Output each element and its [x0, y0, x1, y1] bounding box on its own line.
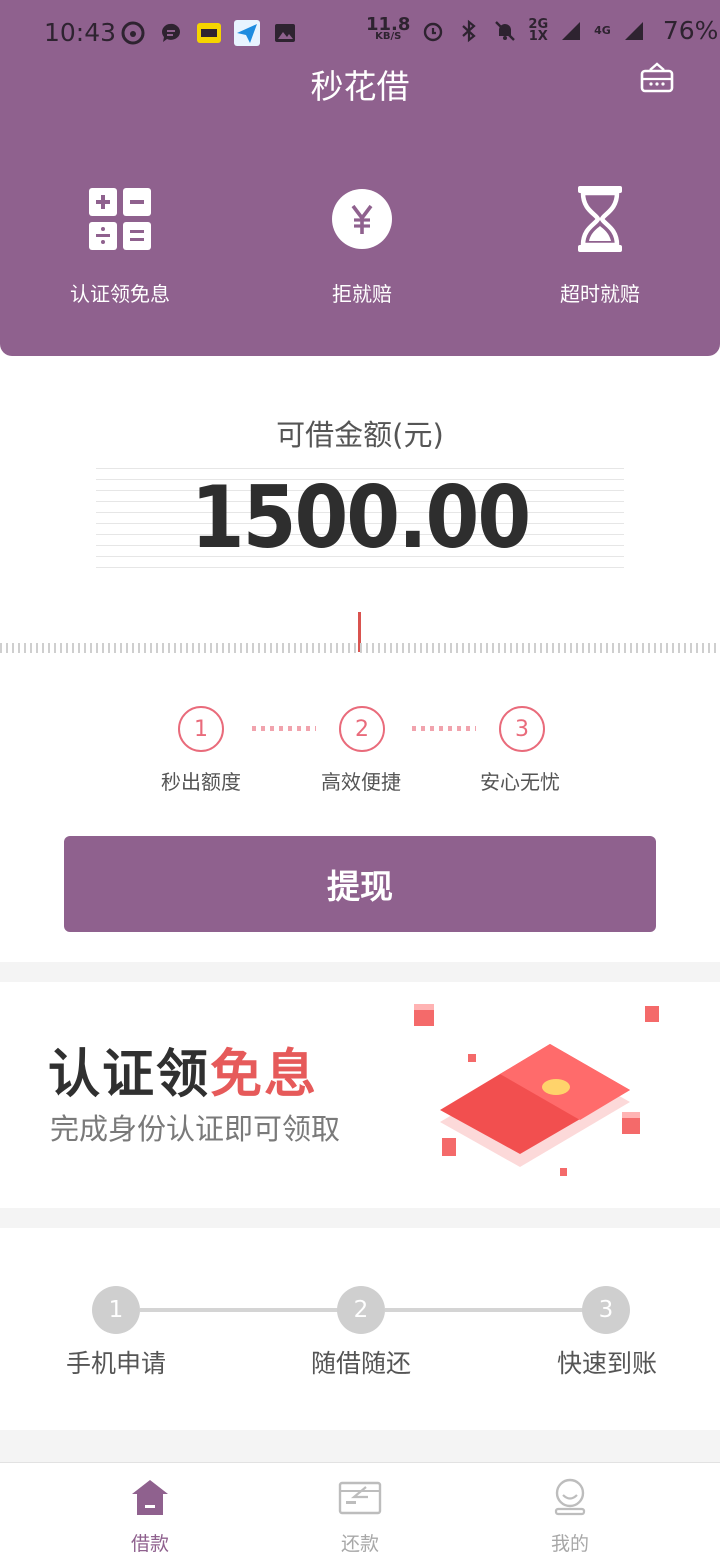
signal-icon [558, 18, 584, 44]
tab-mine[interactable]: 我的 [450, 1463, 690, 1560]
process-steps: 1 2 3 手机申请 随借随还 快速到账 [0, 1228, 720, 1430]
signal-2g-label: 2G 1X [528, 16, 549, 44]
header-panel: 10:43 11.8 KB/S 2G 1X 4G 76% 秒花借 认证领免息 拒… [0, 0, 720, 356]
calculator-icon [88, 186, 152, 252]
process-step-label: 手机申请 [65, 1349, 166, 1378]
step-label: 秒出额度 [161, 770, 241, 794]
tab-label: 借款 [130, 1533, 169, 1555]
tab-repay[interactable]: 还款 [240, 1463, 480, 1560]
profile-icon [548, 1475, 592, 1519]
app-title: 秒花借 [310, 67, 410, 106]
red-card-illustration [400, 992, 700, 1202]
app-badge-icon [196, 20, 222, 46]
banner-title: 认证领免息 [48, 1045, 319, 1105]
battery-percent: 76% [662, 16, 719, 45]
shop-basket-icon[interactable] [640, 62, 674, 94]
progress-line [140, 1308, 340, 1312]
process-step-label: 快速到账 [556, 1349, 657, 1378]
tab-borrow[interactable]: 借款 [30, 1463, 270, 1560]
feature-timeout-compensation[interactable]: 超时就赔 [500, 186, 700, 307]
feature-refuse-compensation[interactable]: 拒就赔 [262, 186, 462, 307]
wallet-icon [338, 1475, 382, 1519]
bottom-tab-bar: 借款 还款 我的 [0, 1462, 720, 1560]
step-connector [252, 726, 316, 731]
promo-banner[interactable]: 认证领免息 完成身份认证即可领取 [0, 982, 720, 1208]
status-time: 10:43 [44, 18, 117, 47]
amount-slider-ruler[interactable] [0, 643, 720, 653]
withdraw-button[interactable]: 提现 [64, 836, 656, 932]
gallery-icon [272, 20, 298, 46]
step-circle: 1 [178, 706, 224, 752]
section-divider [0, 962, 720, 982]
netease-music-icon [120, 20, 146, 46]
tab-label: 我的 [550, 1533, 589, 1555]
step-connector [412, 726, 476, 731]
step-label: 高效便捷 [321, 770, 401, 794]
loan-amount-label: 可借金额(元) [276, 418, 444, 452]
feature-label: 认证领免息 [70, 282, 170, 306]
section-divider [0, 1430, 720, 1462]
paper-plane-icon [234, 20, 260, 46]
process-step-label: 随借随还 [310, 1349, 411, 1378]
app-root: 10:43 11.8 KB/S 2G 1X 4G 76% 秒花借 认证领免息 拒… [0, 0, 720, 1560]
signal-4g-label: 4G [594, 23, 611, 37]
chat-bubble-icon [158, 20, 184, 46]
feature-label: 拒就赔 [332, 282, 392, 306]
step-circle: 2 [339, 706, 385, 752]
steps-top: 1 2 3 秒出额度 高效便捷 安心无忧 [0, 706, 720, 806]
hourglass-icon [568, 186, 632, 252]
tab-label: 还款 [340, 1533, 379, 1555]
feature-verify-interest-free[interactable]: 认证领免息 [20, 186, 220, 307]
alarm-icon [420, 18, 446, 44]
system-status-icons: 11.8 KB/S 2G 1X 4G 76% [366, 13, 720, 45]
process-step-circle: 2 [337, 1286, 385, 1334]
banner-subtitle: 完成身份认证即可领取 [50, 1112, 341, 1146]
loan-amount-value: 1500.00 [190, 468, 531, 568]
network-speed: 11.8 KB/S [366, 13, 411, 42]
bluetooth-icon [456, 18, 482, 44]
progress-line [385, 1308, 585, 1312]
step-circle: 3 [499, 706, 545, 752]
status-bar: 10:43 11.8 KB/S 2G 1X 4G 76% [0, 0, 720, 64]
yuan-coin-icon [330, 186, 394, 252]
process-step-circle: 3 [582, 1286, 630, 1334]
notification-icons [120, 20, 298, 46]
section-divider [0, 1208, 720, 1228]
feature-label: 超时就赔 [560, 282, 640, 306]
process-step-circle: 1 [92, 1286, 140, 1334]
step-label: 安心无忧 [480, 770, 560, 794]
mute-bell-icon [492, 18, 518, 44]
signal-4g-icon [621, 18, 647, 44]
home-icon [128, 1475, 172, 1519]
